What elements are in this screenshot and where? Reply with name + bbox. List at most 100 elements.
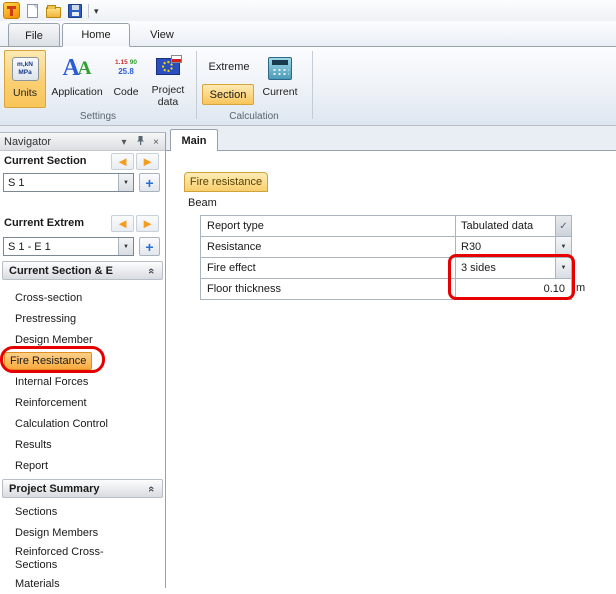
units-icon-text-bottom: MPa [18,69,31,77]
project-data-button[interactable]: Project data [145,50,191,108]
fire-effect-value: 3 sides [461,262,496,274]
ribbon-tab-row: File Home View [0,21,616,46]
navigator-panel: Navigator ▾ × Current Section ◄ ► S 1 ▼ … [0,132,166,588]
row-label: Resistance [201,237,456,257]
report-type-value[interactable]: Tabulated data ✓ [456,216,571,236]
sidebar-item-results[interactable]: Results [0,434,165,455]
left-arrow-icon: ◄ [116,155,129,168]
save-icon [68,4,82,18]
sidebar-item-cross-section[interactable]: Cross-section [0,287,165,308]
application-label: Application [51,86,102,98]
unit-label: m [576,282,585,294]
sidebar-item-label: Calculation Control [10,416,113,432]
main-panel: Fire resistance Beam Report type Tabulat… [166,150,616,588]
units-icon: m,kN MPa [12,57,39,81]
right-arrow-icon: ► [141,217,154,230]
sidebar-item-internal-forces[interactable]: Internal Forces [0,371,165,392]
sidebar-item-label: Reinforcement [10,395,92,411]
table-row-fire-effect: Fire effect 3 sides ▼ [201,258,571,279]
pin-icon[interactable] [134,135,146,149]
group-header-title: Project Summary [9,483,99,495]
eu-flag-icon [156,58,180,75]
row-label: Report type [201,216,456,236]
group-header-project-summary[interactable]: Project Summary « [2,479,163,498]
current-button[interactable]: Current [257,50,303,108]
add-section-button[interactable]: + [139,173,160,192]
sidebar-item-design-members[interactable]: Design Members [0,522,165,543]
row-label: Fire effect [201,258,456,278]
add-extreme-button[interactable]: + [139,237,160,256]
extreme-caption: Extreme [202,61,256,73]
right-arrow-icon: ► [141,155,154,168]
checkbox-icon[interactable]: ✓ [555,216,571,236]
collapse-chevron-icon: « [145,268,157,274]
sidebar-item-fire-resistance[interactable]: Fire Resistance [0,350,165,371]
fire-effect-combo[interactable]: 3 sides ▼ [456,258,571,278]
national-flag-icon [171,55,182,63]
calculation-group-label: Calculation [196,111,312,122]
calculator-icon [268,57,292,80]
units-icon-text-top: m,kN [17,61,33,69]
close-icon[interactable]: × [150,137,162,148]
units-button[interactable]: m,kN MPa Units [4,50,46,108]
new-document-button[interactable] [24,2,41,19]
group-separator [196,51,197,119]
sidebar-item-reinforced-cross-sections[interactable]: Reinforced Cross-Sections [0,543,165,573]
toolbar-overflow-icon[interactable]: ▾ [94,4,99,17]
code-icon-n2: 90 [130,59,137,66]
current-extreme-combo[interactable]: S 1 - E 1 ▼ [3,237,134,256]
tab-fire-resistance[interactable]: Fire resistance [184,172,268,192]
quick-access-toolbar: ▾ [0,0,616,21]
sidebar-item-label: Design Members [10,525,103,541]
floor-thickness-field[interactable]: 0.10 [456,279,571,299]
dropdown-arrow-icon[interactable]: ▼ [555,237,571,257]
left-arrow-icon: ◄ [116,217,129,230]
next-section-button[interactable]: ► [136,153,159,170]
sidebar-item-label: Fire Resistance [4,352,92,370]
current-label: Current [262,86,297,98]
ribbon: m,kN MPa Units A A Application 1.1590 25… [0,46,616,126]
tab-file[interactable]: File [8,23,60,47]
new-document-icon [27,4,38,18]
previous-extreme-button[interactable]: ◄ [111,215,134,232]
sidebar-item-design-member[interactable]: Design Member [0,329,165,350]
previous-section-button[interactable]: ◄ [111,153,134,170]
units-label: Units [13,87,37,99]
sidebar-item-label: Design Member [10,332,98,348]
open-folder-icon [46,7,61,18]
navigator-header: Navigator ▾ × [0,133,165,151]
section-button[interactable]: Section [202,84,254,105]
code-icon-n3: 25.8 [118,67,134,77]
combo-dropdown-icon[interactable]: ▼ [118,174,133,191]
code-button[interactable]: 1.1590 25.8 Code [108,50,144,108]
sidebar-item-prestressing[interactable]: Prestressing [0,308,165,329]
sidebar-item-label: Internal Forces [10,374,93,390]
application-button[interactable]: A A Application [47,50,107,108]
sidebar-item-calculation-control[interactable]: Calculation Control [0,413,165,434]
current-section-label: Current Section [4,155,87,167]
table-row-resistance: Resistance R30 ▼ [201,237,571,258]
sidebar-item-report[interactable]: Report [0,455,165,476]
current-section-combo[interactable]: S 1 ▼ [3,173,134,192]
code-icon: 1.1590 25.8 [112,56,140,80]
group-header-current-section[interactable]: Current Section & E « [2,261,163,280]
settings-group-label: Settings [0,111,196,122]
sidebar-item-label: Reinforced Cross-Sections [10,544,130,574]
sidebar-item-reinforcement[interactable]: Reinforcement [0,392,165,413]
combo-dropdown-icon[interactable]: ▼ [118,238,133,255]
tab-view[interactable]: View [134,23,190,47]
current-section-combo-value: S 1 [4,177,118,189]
sidebar-item-materials[interactable]: Materials [0,573,165,594]
open-file-button[interactable] [45,2,62,19]
tab-home[interactable]: Home [62,23,130,47]
save-button[interactable] [66,2,83,19]
resistance-combo[interactable]: R30 ▼ [456,237,571,257]
table-row-floor-thickness: Floor thickness 0.10 [201,279,571,300]
dropdown-arrow-icon[interactable]: ▼ [555,258,571,278]
application-icon: A A [62,53,91,83]
member-label: Beam [188,197,217,209]
sidebar-item-sections[interactable]: Sections [0,501,165,522]
navigator-menu-icon[interactable]: ▾ [118,137,130,148]
next-extreme-button[interactable]: ► [136,215,159,232]
tab-main[interactable]: Main [170,129,218,151]
